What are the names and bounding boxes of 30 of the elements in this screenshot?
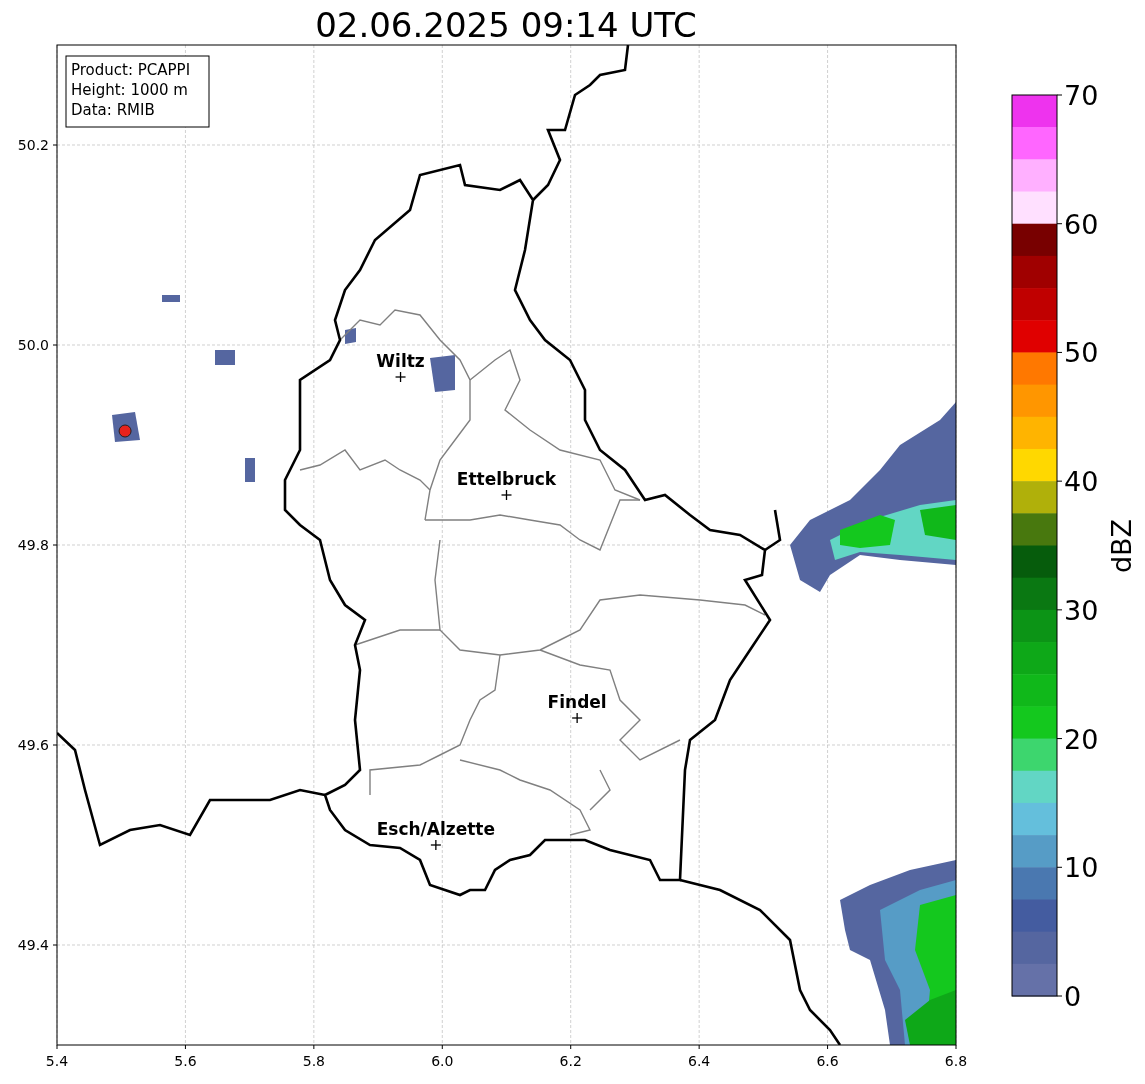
axis-tick-label: 49.6 [17,737,49,753]
info-text: Height: 1000 m [71,81,188,99]
info-text: Product: PCAPPI [71,61,191,79]
axis-tick-label: 6.2 [559,1053,582,1069]
city-label: Wiltz [376,351,425,371]
axis-tick-label: 49.8 [17,537,49,553]
axis-tick-label: 6.0 [431,1053,454,1069]
colorbar-tick-label: 70 [1064,80,1099,111]
colorbar-label: dBZ [1106,518,1137,574]
axis-tick-label: 5.8 [302,1053,325,1069]
axis-tick-label: 5.4 [45,1053,69,1069]
city-label: Findel [547,692,607,712]
axis-tick-label: 6.4 [688,1053,711,1069]
colorbar-tick-label: 20 [1064,723,1099,755]
axis-tick-label: 5.6 [174,1053,197,1069]
colorbar-tick-label: 40 [1064,466,1099,498]
colorbar-tick-label: 60 [1064,208,1099,240]
colorbar-tick-label: 50 [1064,337,1099,369]
colorbar-tick-label: 30 [1064,594,1099,626]
colorbar-tick-label: 10 [1064,852,1099,884]
axis-tick-label: 50.0 [17,337,49,353]
city-label: Ettelbruck [456,469,557,489]
axis-tick-label: 49.4 [17,937,49,953]
colorbar-tick-label: 0 [1064,981,1082,1012]
city-label: Esch/Alzette [376,819,495,839]
axis-tick-label: 50.2 [17,137,49,153]
chart-title: 02.06.2025 09:14 UTC [315,5,697,45]
info-text: Data: RMIB [71,101,155,119]
axis-tick-label: 6.6 [816,1053,839,1069]
axis-tick-label: 6.8 [944,1053,968,1069]
